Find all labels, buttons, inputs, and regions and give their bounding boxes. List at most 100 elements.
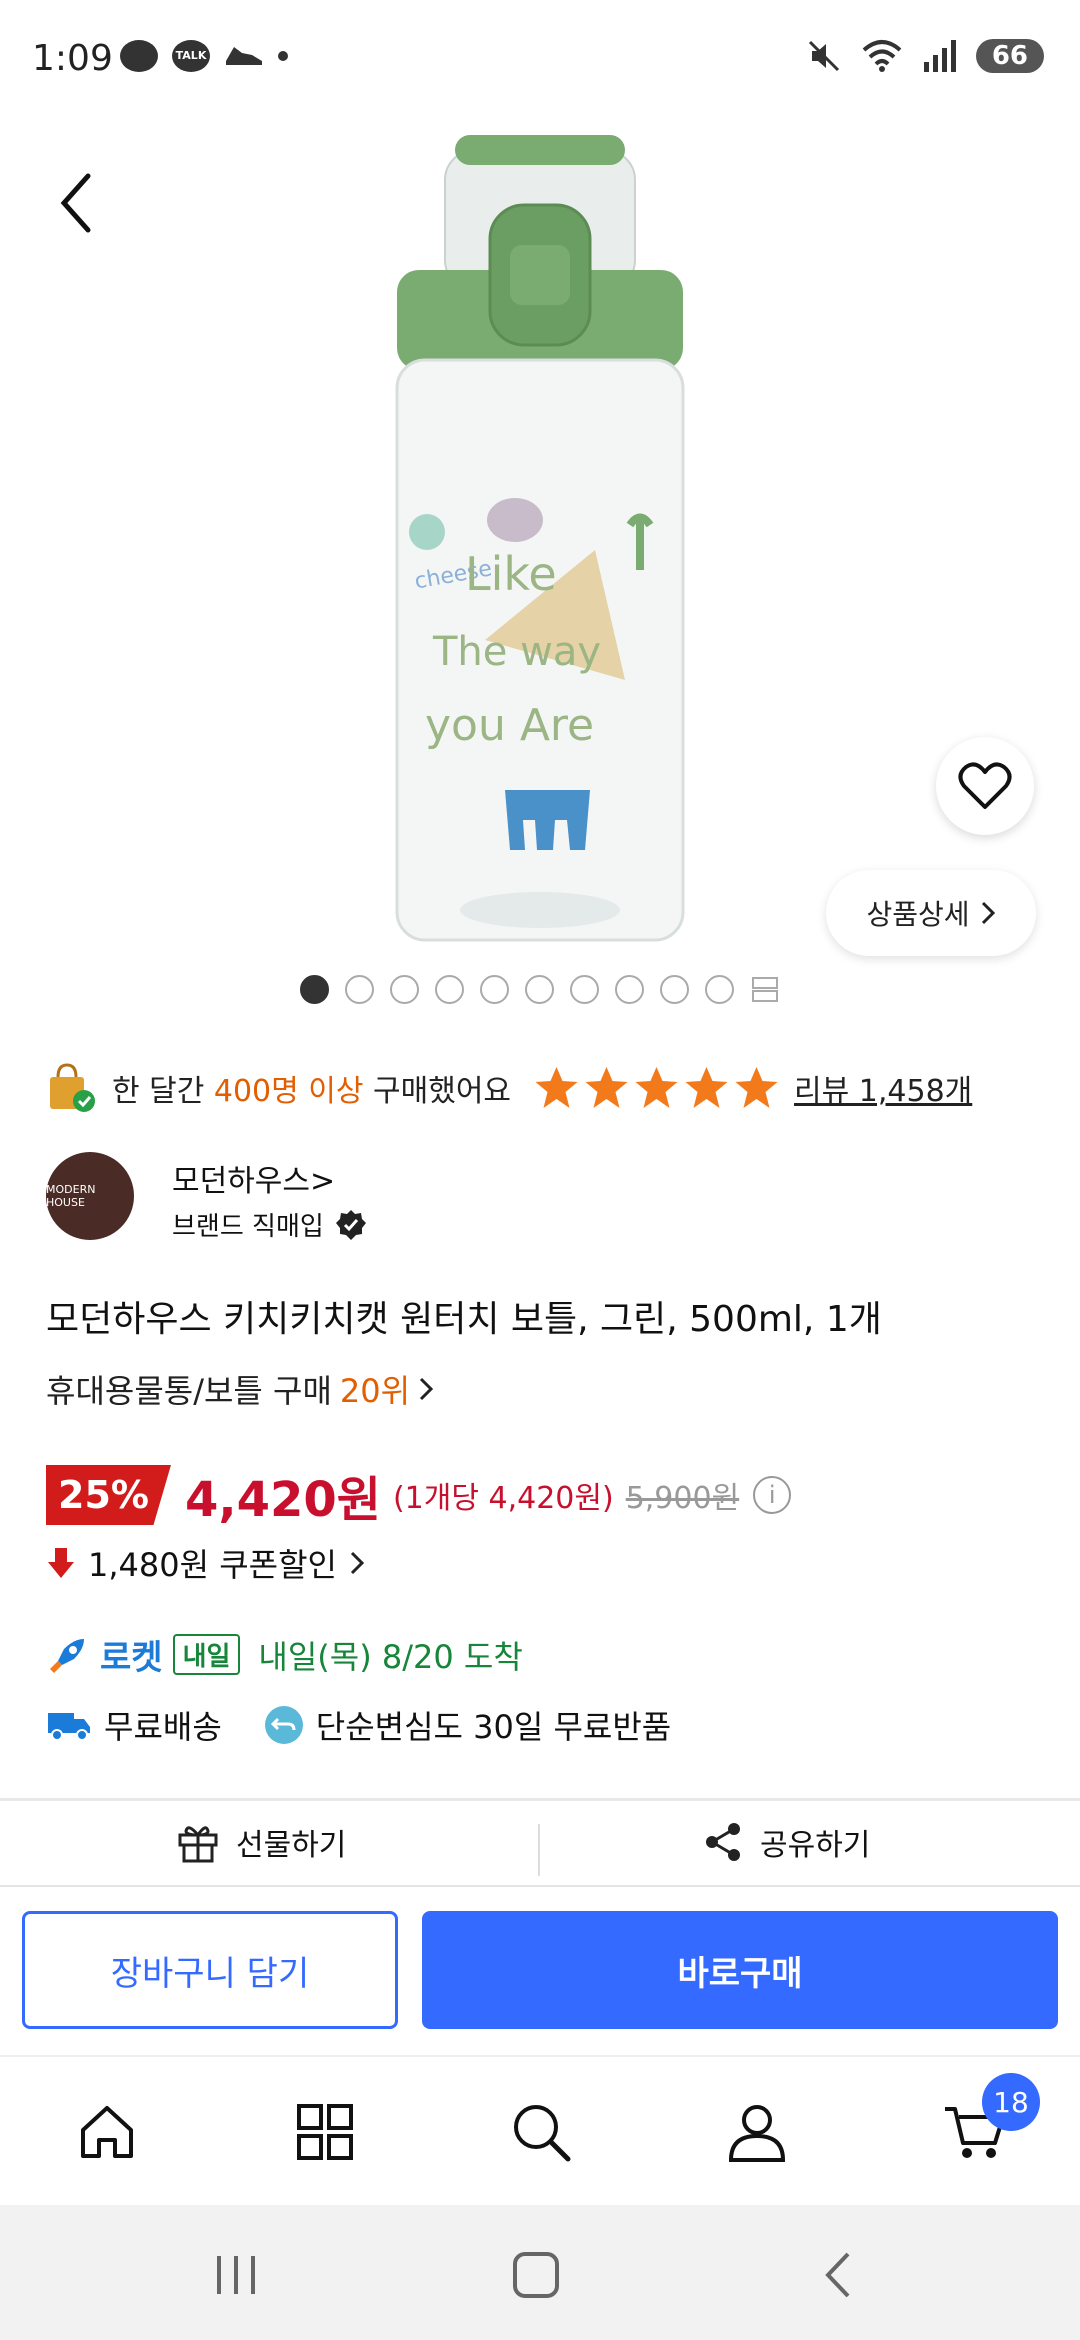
rocket-icon	[50, 1638, 84, 1673]
cart-count-badge: 18	[982, 2073, 1040, 2131]
recent-apps-button[interactable]	[206, 2245, 266, 2305]
seller-name-link[interactable]: 모던하우스>	[172, 1156, 335, 1200]
coupon-discount-link[interactable]: 1,480원 쿠폰할인	[46, 1540, 365, 1586]
gift-button[interactable]: 선물하기	[176, 1820, 346, 1864]
tab-categories[interactable]	[290, 2097, 360, 2167]
pagination-dot[interactable]	[660, 975, 689, 1004]
more-notifications-dot	[278, 51, 288, 61]
product-title: 모던하우스 키치키치캣 원터치 보틀, 그린, 500ml, 1개	[46, 1299, 882, 1340]
gift-icon	[178, 1826, 218, 1863]
star-icon	[585, 1067, 628, 1108]
star-icon	[735, 1067, 778, 1108]
shopping-bag-check-icon	[50, 1063, 95, 1112]
verified-badge-icon	[335, 1209, 366, 1240]
kakaotalk-icon: TALK	[172, 40, 210, 72]
system-back-button[interactable]	[808, 2245, 868, 2305]
rating-stars	[533, 1065, 780, 1111]
purchase-prefix: 한 달간	[112, 1074, 214, 1109]
wishlist-button[interactable]	[936, 737, 1034, 835]
bottle-text-line-2: Like	[465, 547, 557, 601]
more-images-icon[interactable]	[750, 975, 780, 1004]
vertical-divider	[538, 1824, 540, 1876]
home-icon	[81, 2106, 133, 2158]
star-icon	[685, 1067, 728, 1108]
chevron-right-icon	[350, 1551, 365, 1575]
mute-icon	[808, 40, 839, 72]
seller-subtitle: 브랜드 직매입	[172, 1206, 368, 1243]
signal-icon	[923, 40, 956, 72]
purchase-count: 400명 이상	[213, 1074, 364, 1109]
product-detail-button[interactable]: 상품상세	[826, 870, 1036, 956]
original-price: 5,900원	[625, 1481, 740, 1516]
pagination-dot[interactable]	[345, 975, 374, 1004]
sale-price: 4,420원	[184, 1472, 381, 1528]
pagination-dot[interactable]	[615, 975, 644, 1004]
back-button[interactable]	[52, 168, 102, 238]
home-square-icon	[513, 2252, 559, 2298]
pagination-dot[interactable]	[570, 975, 599, 1004]
price-info-icon[interactable]: i	[753, 1476, 792, 1514]
pagination-dot[interactable]	[480, 975, 509, 1004]
star-icon	[635, 1067, 678, 1108]
rank-value: 20위	[339, 1372, 411, 1410]
return-arrow-icon	[264, 1706, 303, 1744]
bottle-text-line-3: The way	[432, 629, 601, 675]
status-bar: 1:09 TALK 66	[0, 0, 1080, 120]
buy-now-button[interactable]: 바로구매	[422, 1911, 1058, 2029]
bottle-text-line-4: you Are	[425, 700, 594, 751]
pagination-dot[interactable]	[525, 975, 554, 1004]
pagination-dot[interactable]	[390, 975, 419, 1004]
search-icon	[514, 2105, 571, 2162]
notification-icons: TALK	[120, 40, 288, 72]
heart-icon	[958, 762, 1012, 809]
free-shipping-text: 무료배송	[104, 1708, 222, 1746]
purchase-count-text: 한 달간 400명 이상 구매했어요	[112, 1066, 511, 1110]
pagination-dot[interactable]	[300, 975, 329, 1004]
product-image[interactable]: cheese Like The way you Are	[395, 130, 685, 950]
wifi-icon	[862, 40, 902, 72]
chat-bubble-icon	[120, 40, 158, 72]
pagination-dot[interactable]	[705, 975, 734, 1004]
bottom-tab-bar	[0, 2055, 1080, 2205]
recent-apps-icon	[217, 2256, 255, 2294]
section-divider	[0, 1798, 1080, 1801]
pagination-dot[interactable]	[435, 975, 464, 1004]
rank-prefix: 휴대용물통/보틀 구매	[46, 1372, 332, 1410]
back-arrow-icon	[60, 173, 91, 233]
image-pagination	[300, 975, 780, 1004]
chevron-right-icon	[420, 1377, 434, 1401]
tab-home[interactable]	[72, 2097, 142, 2167]
free-return-text: 단순변심도 30일 무료반품	[315, 1708, 672, 1746]
shoe-icon	[226, 47, 262, 65]
tab-my-account[interactable]	[722, 2097, 792, 2167]
gift-label: 선물하기	[236, 1828, 347, 1863]
purchase-stats-row: 한 달간 400명 이상 구매했어요 리뷰 1,458개	[46, 1060, 1066, 1116]
seller-logo[interactable]: MODERN HOUSE	[46, 1152, 134, 1240]
down-arrow-icon	[48, 1548, 74, 1578]
battery-indicator: 66	[975, 39, 1044, 73]
add-to-cart-button[interactable]: 장바구니 담기	[22, 1911, 398, 2029]
seller-logo-text: MODERN HOUSE	[46, 1183, 96, 1209]
coupon-text: 1,480원 쿠폰할인	[88, 1546, 337, 1584]
share-label: 공유하기	[760, 1828, 871, 1863]
category-rank-link[interactable]: 휴대용물통/보틀 구매 20위	[46, 1366, 434, 1412]
price-row: 25% 4,420원 (1개당 4,420원) 5,900원 i	[46, 1460, 792, 1530]
system-status-icons: 66	[806, 38, 1044, 74]
user-icon	[728, 2105, 786, 2162]
unit-price: (1개당 4,420원)	[392, 1481, 614, 1516]
system-navigation-bar	[0, 2205, 1080, 2340]
gift-share-row: 선물하기 공유하기	[0, 1820, 1080, 1880]
grid-icon	[297, 2104, 353, 2160]
purchase-action-bar: 장바구니 담기 바로구매	[0, 1885, 1080, 2055]
review-count-link[interactable]: 리뷰 1,458개	[794, 1066, 972, 1110]
discount-badge: 25%	[46, 1465, 171, 1525]
star-icon	[535, 1067, 578, 1108]
home-system-button[interactable]	[506, 2245, 566, 2305]
purchase-suffix: 구매했어요	[363, 1074, 512, 1109]
shipping-return-row: 무료배송 단순변심도 30일 무료반품	[46, 1702, 671, 1748]
status-time: 1:09	[32, 38, 113, 79]
chevron-right-icon	[981, 901, 995, 925]
seller-subtitle-text: 브랜드 직매입	[172, 1212, 324, 1242]
share-button[interactable]: 공유하기	[702, 1820, 870, 1864]
tab-search[interactable]	[506, 2097, 576, 2167]
